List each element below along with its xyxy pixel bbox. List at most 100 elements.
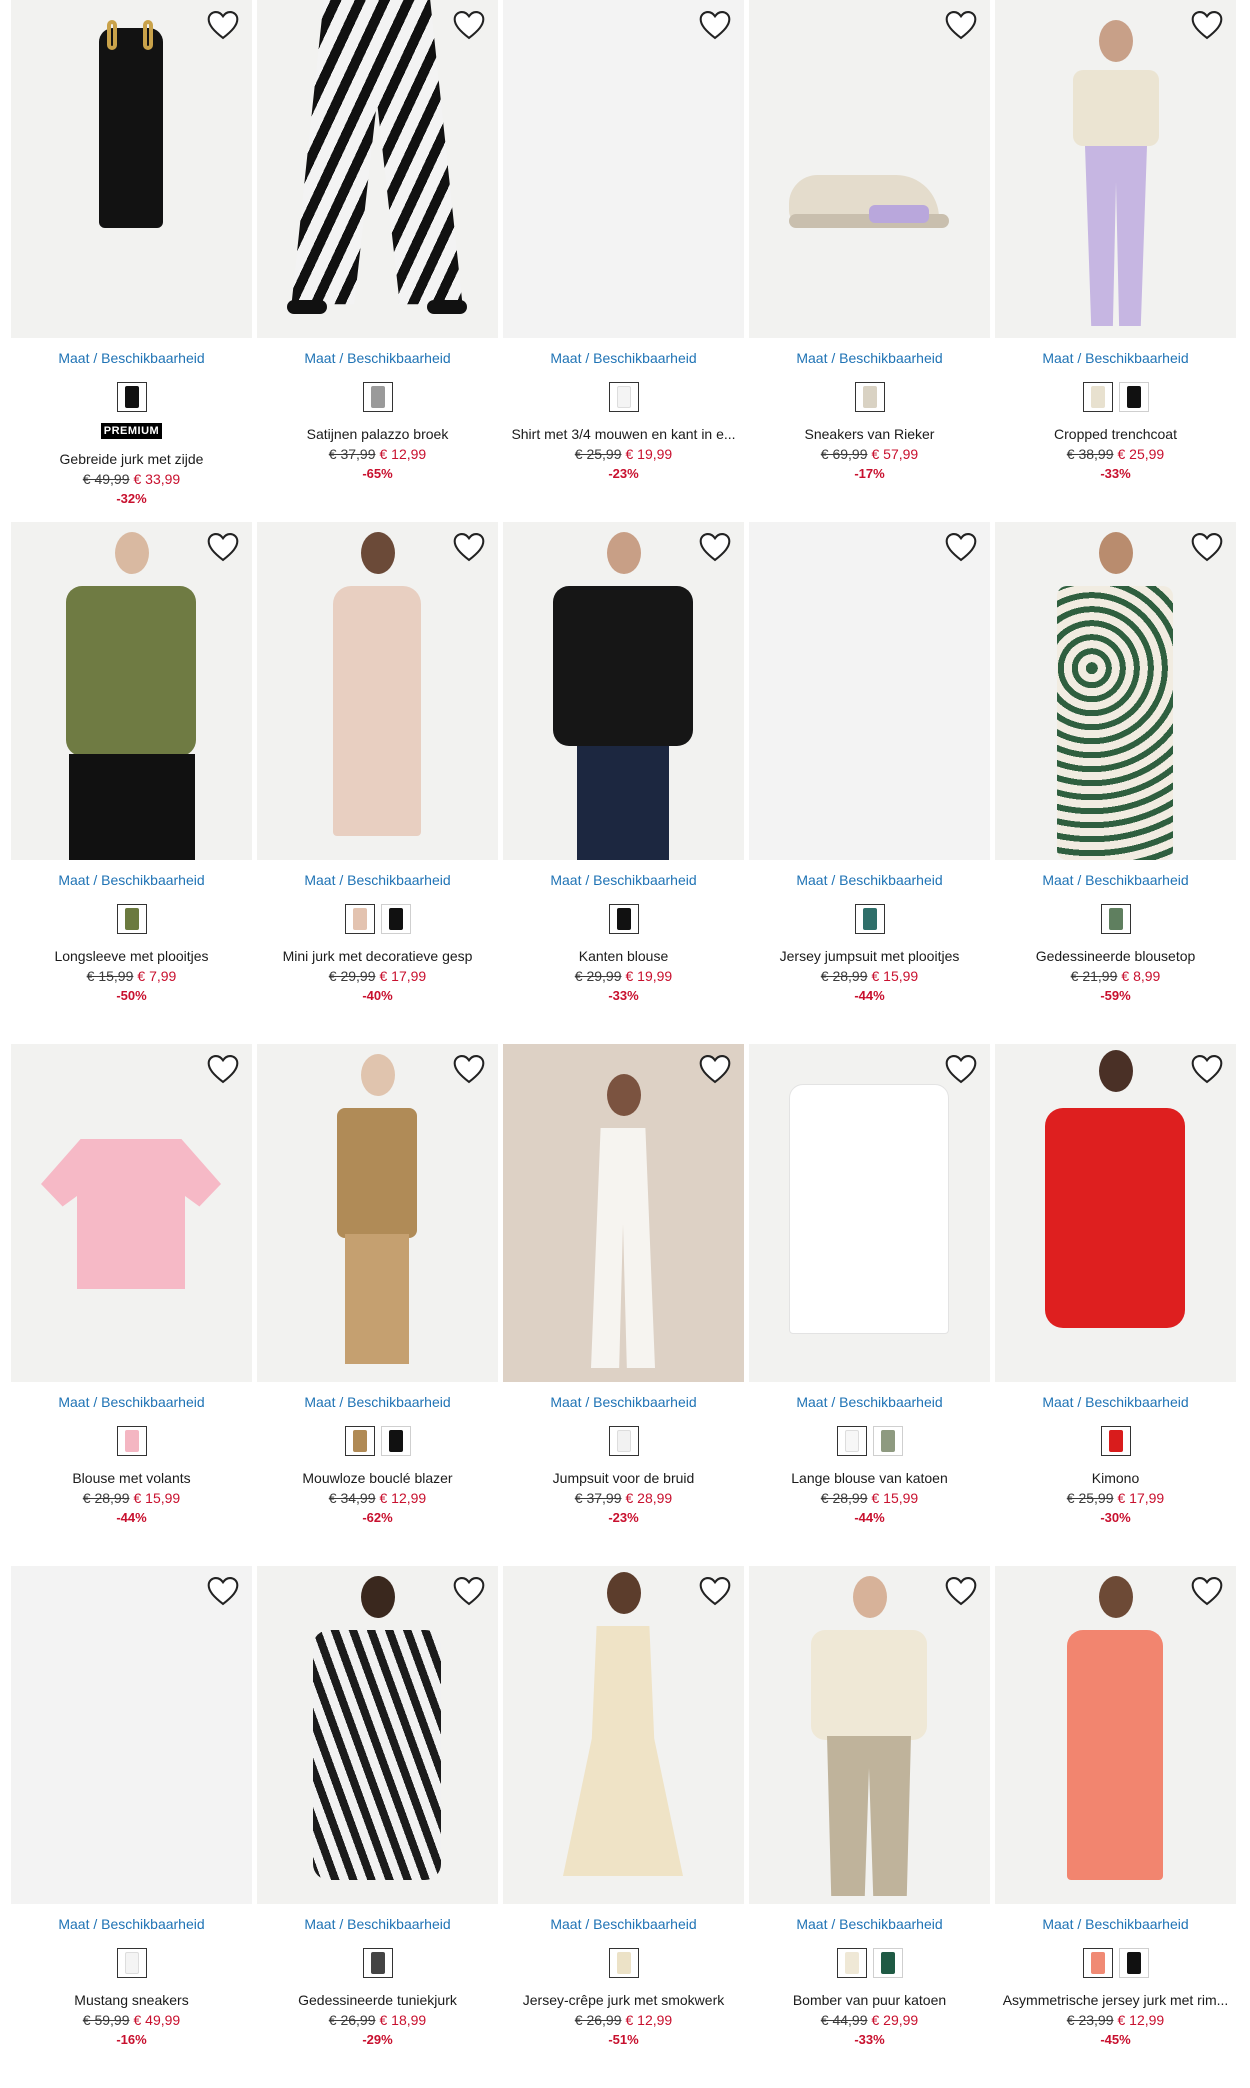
product-image[interactable] [749,0,990,338]
product-card[interactable]: Maat / Beschikbaarheid Longsleeve met pl… [11,522,252,1044]
color-swatch[interactable] [362,382,393,412]
product-name[interactable]: Jersey-crêpe jurk met smokwerk [503,1992,744,2008]
product-image[interactable] [995,1044,1236,1382]
availability-link[interactable]: Maat / Beschikbaarheid [503,1916,744,1932]
product-image[interactable] [503,1566,744,1904]
color-swatch[interactable] [872,1948,903,1978]
color-swatch[interactable] [116,904,147,934]
wishlist-heart-icon[interactable] [452,1054,486,1084]
product-image[interactable] [257,1566,498,1904]
availability-link[interactable]: Maat / Beschikbaarheid [749,1394,990,1410]
wishlist-heart-icon[interactable] [206,532,240,562]
product-card[interactable]: Maat / Beschikbaarheid Kanten blouse € 2… [503,522,744,1044]
product-card[interactable]: Maat / Beschikbaarheid Mustang sneakers … [11,1566,252,2088]
product-card[interactable]: Maat / Beschikbaarheid Asymmetrische jer… [995,1566,1236,2088]
wishlist-heart-icon[interactable] [698,1576,732,1606]
product-card[interactable]: Maat / Beschikbaarheid Mini jurk met dec… [257,522,498,1044]
color-swatch[interactable] [608,1948,639,1978]
color-swatch[interactable] [1100,1426,1131,1456]
product-image[interactable] [257,522,498,860]
availability-link[interactable]: Maat / Beschikbaarheid [11,872,252,888]
wishlist-heart-icon[interactable] [206,1054,240,1084]
wishlist-heart-icon[interactable] [206,10,240,40]
product-image[interactable] [11,0,252,338]
product-name[interactable]: Mini jurk met decoratieve gesp [257,948,498,964]
color-swatch[interactable] [116,1948,147,1978]
color-swatch[interactable] [1100,904,1131,934]
product-image[interactable] [995,1566,1236,1904]
availability-link[interactable]: Maat / Beschikbaarheid [995,350,1236,366]
color-swatch[interactable] [1118,382,1149,412]
product-name[interactable]: Asymmetrische jersey jurk met rim... [995,1992,1236,2008]
wishlist-heart-icon[interactable] [944,532,978,562]
product-card[interactable]: Maat / Beschikbaarheid Kimono € 25,99 € 1… [995,1044,1236,1566]
wishlist-heart-icon[interactable] [1190,1054,1224,1084]
product-name[interactable]: Sneakers van Rieker [749,426,990,442]
availability-link[interactable]: Maat / Beschikbaarheid [11,350,252,366]
availability-link[interactable]: Maat / Beschikbaarheid [995,1394,1236,1410]
product-image[interactable] [749,1044,990,1382]
availability-link[interactable]: Maat / Beschikbaarheid [749,350,990,366]
product-name[interactable]: Bomber van puur katoen [749,1992,990,2008]
product-image[interactable] [503,1044,744,1382]
color-swatch[interactable] [1082,382,1113,412]
product-image[interactable] [995,0,1236,338]
wishlist-heart-icon[interactable] [1190,532,1224,562]
availability-link[interactable]: Maat / Beschikbaarheid [11,1916,252,1932]
product-name[interactable]: Gedessineerde blousetop [995,948,1236,964]
wishlist-heart-icon[interactable] [206,1576,240,1606]
product-card[interactable]: Maat / Beschikbaarheid Satijnen palazzo … [257,0,498,522]
product-image[interactable] [11,522,252,860]
product-image[interactable] [995,522,1236,860]
product-name[interactable]: Mustang sneakers [11,1992,252,2008]
color-swatch[interactable] [380,1426,411,1456]
product-image[interactable] [749,522,990,860]
product-card[interactable]: Maat / Beschikbaarheid Shirt met 3/4 mou… [503,0,744,522]
product-name[interactable]: Gedessineerde tuniekjurk [257,1992,498,2008]
product-image[interactable] [257,1044,498,1382]
availability-link[interactable]: Maat / Beschikbaarheid [257,872,498,888]
product-name[interactable]: Jumpsuit voor de bruid [503,1470,744,1486]
color-swatch[interactable] [608,382,639,412]
color-swatch[interactable] [608,1426,639,1456]
availability-link[interactable]: Maat / Beschikbaarheid [995,1916,1236,1932]
product-name[interactable]: Lange blouse van katoen [749,1470,990,1486]
color-swatch[interactable] [1082,1948,1113,1978]
product-name[interactable]: Satijnen palazzo broek [257,426,498,442]
product-image[interactable] [257,0,498,338]
wishlist-heart-icon[interactable] [944,10,978,40]
product-name[interactable]: Shirt met 3/4 mouwen en kant in e... [503,426,744,442]
availability-link[interactable]: Maat / Beschikbaarheid [503,1394,744,1410]
product-name[interactable]: Mouwloze bouclé blazer [257,1470,498,1486]
product-card[interactable]: Maat / Beschikbaarheid Jumpsuit voor de … [503,1044,744,1566]
availability-link[interactable]: Maat / Beschikbaarheid [503,350,744,366]
wishlist-heart-icon[interactable] [944,1576,978,1606]
color-swatch[interactable] [116,1426,147,1456]
wishlist-heart-icon[interactable] [944,1054,978,1084]
color-swatch[interactable] [344,1426,375,1456]
product-card[interactable]: Maat / Beschikbaarheid Lange blouse van … [749,1044,990,1566]
availability-link[interactable]: Maat / Beschikbaarheid [503,872,744,888]
product-card[interactable]: Maat / Beschikbaarheid Blouse met volant… [11,1044,252,1566]
product-name[interactable]: Blouse met volants [11,1470,252,1486]
color-swatch[interactable] [608,904,639,934]
product-image[interactable] [11,1044,252,1382]
product-name[interactable]: Gebreide jurk met zijde [11,451,252,467]
color-swatch[interactable] [836,1948,867,1978]
product-name[interactable]: Jersey jumpsuit met plooitjes [749,948,990,964]
product-card[interactable]: Maat / Beschikbaarheid Bomber van puur k… [749,1566,990,2088]
availability-link[interactable]: Maat / Beschikbaarheid [257,350,498,366]
wishlist-heart-icon[interactable] [1190,10,1224,40]
product-card[interactable]: Maat / Beschikbaarheid PREMIUM Gebreide … [11,0,252,522]
color-swatch[interactable] [380,904,411,934]
availability-link[interactable]: Maat / Beschikbaarheid [257,1394,498,1410]
product-image[interactable] [503,522,744,860]
color-swatch[interactable] [116,382,147,412]
wishlist-heart-icon[interactable] [452,10,486,40]
wishlist-heart-icon[interactable] [698,532,732,562]
product-name[interactable]: Kanten blouse [503,948,744,964]
color-swatch[interactable] [854,382,885,412]
product-card[interactable]: Maat / Beschikbaarheid Gedessineerde blo… [995,522,1236,1044]
color-swatch[interactable] [344,904,375,934]
availability-link[interactable]: Maat / Beschikbaarheid [749,1916,990,1932]
